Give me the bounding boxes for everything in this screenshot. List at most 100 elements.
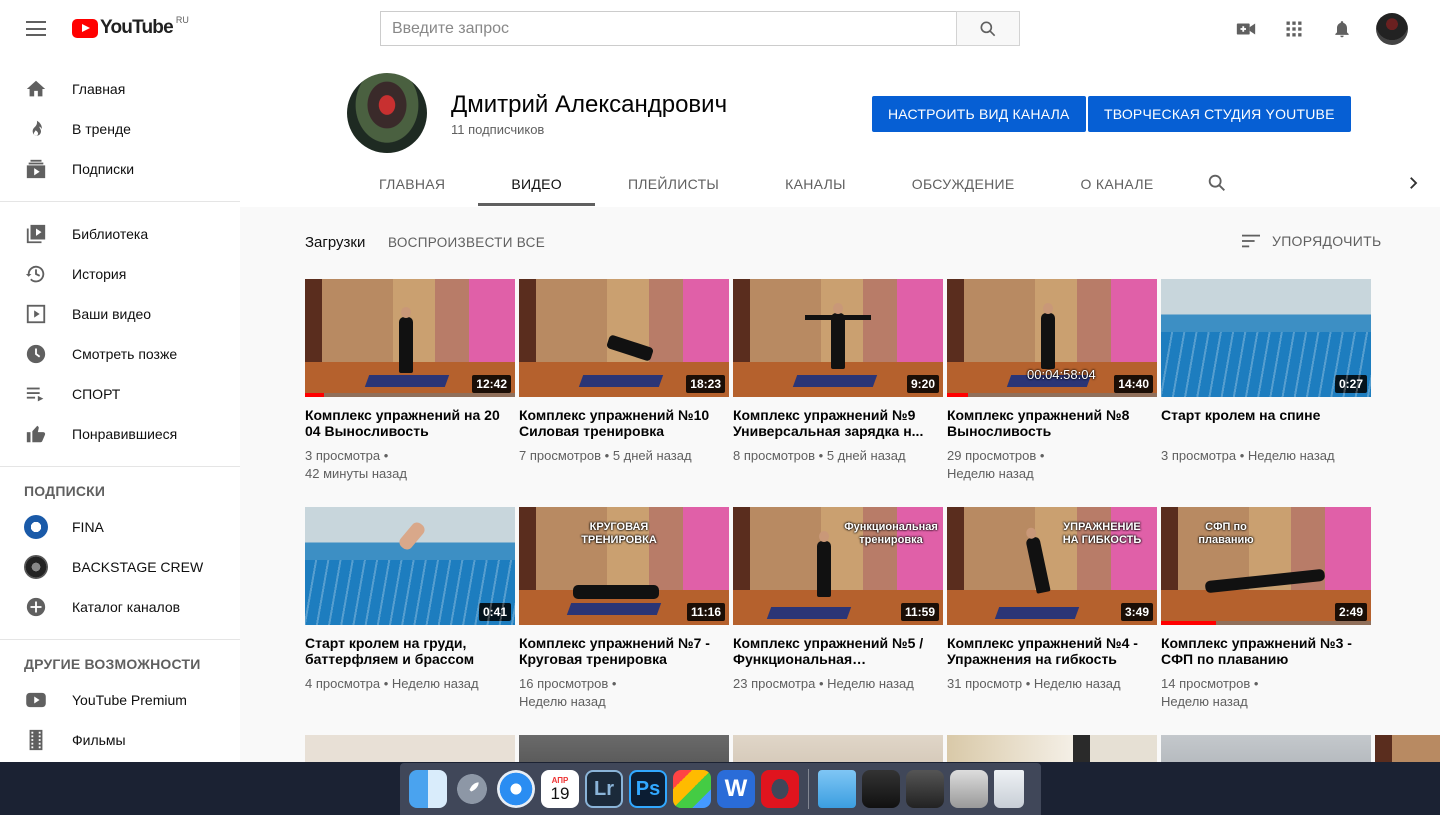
tab-discussion[interactable]: ОБСУЖДЕНИЕ bbox=[879, 160, 1048, 207]
video-card[interactable]: 0:41 Старт кролем на груди, баттерфляем … bbox=[305, 507, 515, 693]
sidebar-item-youtube-premium[interactable]: YouTube Premium bbox=[0, 680, 240, 720]
video-card[interactable] bbox=[947, 735, 1157, 762]
create-video-button[interactable] bbox=[1226, 12, 1266, 46]
video-title[interactable]: Комплекс упражнений №3 - СФП по плаванию bbox=[1161, 635, 1371, 667]
video-title[interactable]: Комплекс упражнений №4 - Упражнения на г… bbox=[947, 635, 1157, 667]
video-thumbnail[interactable] bbox=[733, 735, 943, 762]
video-title[interactable]: Старт кролем на спине bbox=[1161, 407, 1371, 439]
video-title[interactable]: Комплекс упражнений на 20 04 Выносливост… bbox=[305, 407, 515, 439]
sidebar-channel-fina[interactable]: FINA bbox=[0, 507, 240, 547]
video-card[interactable] bbox=[305, 735, 515, 762]
chevron-right-icon[interactable] bbox=[1404, 173, 1422, 193]
video-title[interactable]: Старт кролем на груди, баттерфляем и бра… bbox=[305, 635, 515, 667]
video-title[interactable]: Комплекс упражнений №8 Выносливость bbox=[947, 407, 1157, 439]
thumb-art bbox=[831, 303, 845, 369]
subscriptions-heading: ПОДПИСКИ bbox=[24, 483, 106, 499]
video-thumbnail[interactable]: 0:41 bbox=[305, 507, 515, 625]
video-card[interactable]: УПРАЖНЕНИЕ НА ГИБКОСТЬ 3:49 Комплекс упр… bbox=[947, 507, 1157, 693]
video-meta: 3 просмотра • Неделю назад bbox=[1161, 448, 1335, 463]
sidebar-item-movies[interactable]: Фильмы bbox=[0, 720, 240, 760]
sidebar-item-home[interactable]: Главная bbox=[0, 69, 240, 109]
video-thumbnail[interactable]: 00:04:58:04 14:40 bbox=[947, 279, 1157, 397]
video-title[interactable]: Комплекс упражнений №5 / Функциональная… bbox=[733, 635, 943, 667]
account-avatar[interactable] bbox=[1376, 13, 1408, 45]
video-thumbnail[interactable] bbox=[1161, 735, 1371, 762]
customize-channel-button[interactable]: НАСТРОИТЬ ВИД КАНАЛА bbox=[872, 96, 1086, 132]
channel-search-icon[interactable] bbox=[1206, 172, 1228, 194]
video-card[interactable]: 12:42 Комплекс упражнений на 20 04 Вынос… bbox=[305, 279, 515, 483]
video-thumbnail[interactable]: Функциональная тренировка 11:59 bbox=[733, 507, 943, 625]
video-thumbnail[interactable] bbox=[947, 735, 1157, 762]
video-card[interactable] bbox=[519, 735, 729, 762]
video-thumbnail[interactable]: 12:42 bbox=[305, 279, 515, 397]
video-thumbnail[interactable]: 9:20 bbox=[733, 279, 943, 397]
sidebar-item-subscriptions[interactable]: Подписки bbox=[0, 149, 240, 189]
video-title[interactable]: Комплекс упражнений №9 Универсальная зар… bbox=[733, 407, 943, 439]
sidebar-item-library[interactable]: Библиотека bbox=[0, 214, 240, 254]
sidebar-label: Библиотека bbox=[72, 226, 149, 242]
lightroom-icon[interactable]: Lr bbox=[585, 770, 623, 808]
search-button[interactable] bbox=[956, 11, 1020, 46]
sidebar-item-history[interactable]: История bbox=[0, 254, 240, 294]
sidebar-item-playlist-sport[interactable]: СПОРТ bbox=[0, 374, 240, 414]
notifications-button[interactable] bbox=[1322, 12, 1362, 46]
video-card[interactable]: СФП по плаванию 2:49 Комплекс упражнений… bbox=[1161, 507, 1371, 711]
launchpad-icon[interactable] bbox=[453, 770, 491, 808]
video-card[interactable]: КРУГОВАЯ ТРЕНИРОВКА 11:16 Комплекс упраж… bbox=[519, 507, 729, 711]
word-icon[interactable]: W bbox=[717, 770, 755, 808]
final-cut-icon[interactable] bbox=[673, 770, 711, 808]
tab-playlists[interactable]: ПЛЕЙЛИСТЫ bbox=[595, 160, 752, 207]
youtube-logo[interactable]: YouTube RU bbox=[72, 15, 189, 39]
video-card[interactable] bbox=[1375, 735, 1440, 762]
video-thumbnail[interactable]: 0:27 bbox=[1161, 279, 1371, 397]
video-card[interactable]: 00:04:58:04 14:40 Комплекс упражнений №8… bbox=[947, 279, 1157, 483]
apps-button[interactable] bbox=[1274, 12, 1314, 46]
sidebar-item-browse-channels[interactable]: Каталог каналов bbox=[0, 587, 240, 627]
tab-about[interactable]: О КАНАЛЕ bbox=[1048, 160, 1187, 207]
youtube-studio-button[interactable]: ТВОРЧЕСКАЯ СТУДИЯ YOUTUBE bbox=[1088, 96, 1351, 132]
video-card[interactable] bbox=[1161, 735, 1371, 762]
search-input[interactable] bbox=[380, 11, 956, 46]
video-title[interactable]: Комплекс упражнений №7 - Круговая тренир… bbox=[519, 635, 729, 667]
sidebar-item-trending[interactable]: В тренде bbox=[0, 109, 240, 149]
video-card[interactable]: 9:20 Комплекс упражнений №9 Универсальна… bbox=[733, 279, 943, 465]
video-meta: 16 просмотров • Неделю назад bbox=[519, 676, 617, 709]
video-thumbnail[interactable]: СФП по плаванию 2:49 bbox=[1161, 507, 1371, 625]
photo-thumbnail-icon[interactable] bbox=[906, 770, 944, 808]
sidebar-channel-backstage-crew[interactable]: BACKSTAGE CREW bbox=[0, 547, 240, 587]
sidebar-divider bbox=[0, 639, 240, 640]
video-card[interactable]: Функциональная тренировка 11:59 Комплекс… bbox=[733, 507, 943, 693]
sidebar-item-liked[interactable]: Понравившиеся bbox=[0, 414, 240, 454]
tab-channels[interactable]: КАНАЛЫ bbox=[752, 160, 879, 207]
safari-icon[interactable] bbox=[497, 770, 535, 808]
video-thumbnail[interactable]: УПРАЖНЕНИЕ НА ГИБКОСТЬ 3:49 bbox=[947, 507, 1157, 625]
finder-icon[interactable] bbox=[409, 770, 447, 808]
sidebar-item-your-videos[interactable]: Ваши видео bbox=[0, 294, 240, 334]
sidebar-item-watch-later[interactable]: Смотреть позже bbox=[0, 334, 240, 374]
video-title[interactable]: Комплекс упражнений №10 Силовая трениров… bbox=[519, 407, 729, 439]
folder-icon[interactable] bbox=[818, 770, 856, 808]
video-thumbnail[interactable] bbox=[305, 735, 515, 762]
video-card[interactable]: 0:27 Старт кролем на спине 3 просмотра •… bbox=[1161, 279, 1371, 465]
video-card[interactable] bbox=[733, 735, 943, 762]
video-thumbnail[interactable] bbox=[1375, 735, 1440, 762]
video-card[interactable]: 18:23 Комплекс упражнений №10 Силовая тр… bbox=[519, 279, 729, 465]
video-thumbnail[interactable] bbox=[519, 735, 729, 762]
channel-avatar[interactable] bbox=[347, 73, 427, 153]
preview-window-icon[interactable] bbox=[950, 770, 988, 808]
video-thumbnail[interactable]: 18:23 bbox=[519, 279, 729, 397]
trash-icon[interactable] bbox=[994, 770, 1024, 808]
activity-monitor-icon[interactable] bbox=[862, 770, 900, 808]
calendar-icon[interactable]: АПР 19 bbox=[541, 770, 579, 808]
video-thumbnail[interactable]: КРУГОВАЯ ТРЕНИРОВКА 11:16 bbox=[519, 507, 729, 625]
tab-videos[interactable]: ВИДЕО bbox=[478, 160, 595, 207]
photoshop-icon[interactable]: Ps bbox=[629, 770, 667, 808]
view-count: 7 просмотров bbox=[519, 448, 602, 463]
tab-home[interactable]: ГЛАВНАЯ bbox=[346, 160, 478, 207]
sort-button[interactable]: УПОРЯДОЧИТЬ bbox=[1240, 232, 1381, 250]
opera-icon[interactable] bbox=[761, 770, 799, 808]
thumb-art bbox=[578, 375, 664, 387]
menu-icon[interactable] bbox=[26, 21, 46, 36]
duration-badge: 0:27 bbox=[1334, 375, 1367, 393]
play-all-button[interactable]: ВОСПРОИЗВЕСТИ ВСЕ bbox=[388, 235, 545, 250]
